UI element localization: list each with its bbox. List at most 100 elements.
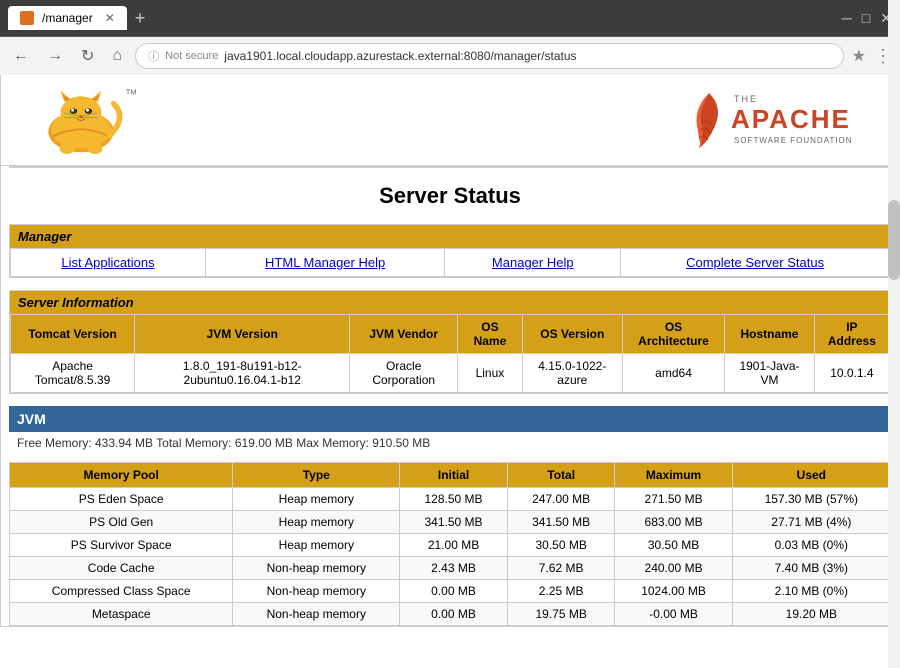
url-display[interactable]: java1901.local.cloudapp.azurestack.exter… (224, 49, 576, 63)
memory-table-row: PS Survivor SpaceHeap memory21.00 MB30.5… (10, 534, 891, 557)
close-tab-icon[interactable]: ✕ (105, 11, 115, 25)
memory-used-0: 157.30 MB (57%) (732, 488, 890, 511)
nav-bar: ← → ↻ ⌂ ⓘ Not secure java1901.local.clou… (0, 36, 900, 75)
memory-pool-5: Metaspace (10, 603, 233, 626)
maximize-icon[interactable]: □ (862, 10, 870, 27)
memory-used-5: 19.20 MB (732, 603, 890, 626)
html-manager-help-link[interactable]: HTML Manager Help (265, 255, 385, 270)
window-controls: ─ □ ✕ (842, 10, 892, 27)
tab-favicon (20, 11, 34, 25)
memory-type-4: Non-heap memory (233, 580, 400, 603)
memory-maximum-5: -0.00 MB (615, 603, 732, 626)
nav-link-cell-4: Complete Server Status (621, 249, 890, 277)
memory-table-row: MetaspaceNon-heap memory0.00 MB19.75 MB-… (10, 603, 891, 626)
jvm-memory-info: Free Memory: 433.94 MB Total Memory: 619… (9, 432, 891, 454)
list-applications-link[interactable]: List Applications (61, 255, 154, 270)
header-logos: TM THE APACHE SOFTWARE FOUNDATION (1, 75, 899, 166)
memory-initial-0: 128.50 MB (400, 488, 508, 511)
memory-used-3: 7.40 MB (3%) (732, 557, 890, 580)
memory-table-header-row: Memory Pool Type Initial Total Maximum U… (10, 463, 891, 488)
nav-links-table: List Applications HTML Manager Help Mana… (10, 248, 890, 277)
browser-tab[interactable]: /manager ✕ (8, 6, 127, 30)
scrollbar-thumb[interactable] (888, 200, 900, 280)
col-used: Used (732, 463, 890, 488)
nav-link-cell-3: Manager Help (445, 249, 621, 277)
svg-text:SOFTWARE FOUNDATION: SOFTWARE FOUNDATION (734, 136, 853, 145)
col-ip-address: IP Address (814, 315, 889, 354)
memory-initial-5: 0.00 MB (400, 603, 508, 626)
col-type: Type (233, 463, 400, 488)
memory-total-1: 341.50 MB (507, 511, 615, 534)
new-tab-button[interactable]: + (135, 8, 146, 29)
security-icon: ⓘ (148, 48, 159, 64)
memory-maximum-3: 240.00 MB (615, 557, 732, 580)
manager-help-link[interactable]: Manager Help (492, 255, 574, 270)
col-maximum: Maximum (615, 463, 732, 488)
nav-link-cell-2: HTML Manager Help (205, 249, 444, 277)
minimize-icon[interactable]: ─ (842, 10, 852, 27)
col-memory-pool: Memory Pool (10, 463, 233, 488)
memory-total-3: 7.62 MB (507, 557, 615, 580)
memory-used-2: 0.03 MB (0%) (732, 534, 890, 557)
bookmark-icon[interactable]: ★ (852, 46, 866, 66)
memory-maximum-0: 271.50 MB (615, 488, 732, 511)
home-button[interactable]: ⌂ (107, 45, 127, 67)
memory-table-row: Code CacheNon-heap memory2.43 MB7.62 MB2… (10, 557, 891, 580)
memory-total-4: 2.25 MB (507, 580, 615, 603)
memory-initial-3: 2.43 MB (400, 557, 508, 580)
memory-initial-2: 21.00 MB (400, 534, 508, 557)
complete-server-status-link[interactable]: Complete Server Status (686, 255, 824, 270)
col-os-name: OS Name (458, 315, 523, 354)
title-bar: /manager ✕ + ─ □ ✕ (0, 0, 900, 36)
nav-links-row: List Applications HTML Manager Help Mana… (11, 249, 890, 277)
memory-type-0: Heap memory (233, 488, 400, 511)
scrollbar[interactable] (888, 0, 900, 668)
server-info-section: Server Information Tomcat Version JVM Ve… (9, 290, 891, 394)
server-info-data-row: Apache Tomcat/8.5.39 1.8.0_191-8u191-b12… (11, 354, 890, 393)
hostname-value: 1901-Java-VM (725, 354, 815, 393)
reload-button[interactable]: ↻ (76, 44, 99, 68)
forward-button[interactable]: → (42, 45, 68, 67)
tomcat-version-value: Apache Tomcat/8.5.39 (11, 354, 135, 393)
manager-section: Manager List Applications HTML Manager H… (9, 224, 891, 278)
svg-text:APACHE: APACHE (731, 104, 851, 134)
memory-used-1: 27.71 MB (4%) (732, 511, 890, 534)
browser-chrome: /manager ✕ + ─ □ ✕ ← → ↻ ⌂ ⓘ Not secure … (0, 0, 900, 75)
jvm-vendor-value: Oracle Corporation (350, 354, 458, 393)
memory-table-row: PS Old GenHeap memory341.50 MB341.50 MB6… (10, 511, 891, 534)
jvm-section-header: JVM (9, 406, 891, 432)
tomcat-svg: TM (21, 85, 141, 155)
server-info-table: Tomcat Version JVM Version JVM Vendor OS… (10, 314, 890, 393)
memory-total-0: 247.00 MB (507, 488, 615, 511)
memory-pool-4: Compressed Class Space (10, 580, 233, 603)
svg-text:THE: THE (734, 94, 758, 104)
memory-type-5: Non-heap memory (233, 603, 400, 626)
manager-section-header: Manager (10, 225, 890, 248)
tomcat-logo: TM (21, 85, 141, 155)
server-info-header: Server Information (10, 291, 890, 314)
back-button[interactable]: ← (8, 45, 34, 67)
jvm-version-value: 1.8.0_191-8u191-b12-2ubuntu0.16.04.1-b12 (135, 354, 350, 393)
page-wrapper: TM THE APACHE SOFTWARE FOUNDATION S (0, 75, 900, 627)
col-os-arch: OS Architecture (622, 315, 724, 354)
memory-total-5: 19.75 MB (507, 603, 615, 626)
memory-type-3: Non-heap memory (233, 557, 400, 580)
tab-title: /manager (42, 11, 93, 25)
apache-logo: THE APACHE SOFTWARE FOUNDATION (679, 88, 879, 153)
memory-maximum-2: 30.50 MB (615, 534, 732, 557)
memory-used-4: 2.10 MB (0%) (732, 580, 890, 603)
ip-address-value: 10.0.1.4 (814, 354, 889, 393)
memory-maximum-4: 1024.00 MB (615, 580, 732, 603)
col-total: Total (507, 463, 615, 488)
memory-total-2: 30.50 MB (507, 534, 615, 557)
col-initial: Initial (400, 463, 508, 488)
os-arch-value: amd64 (622, 354, 724, 393)
memory-table-body: PS Eden SpaceHeap memory128.50 MB247.00 … (10, 488, 891, 626)
memory-pool-0: PS Eden Space (10, 488, 233, 511)
memory-table-row: PS Eden SpaceHeap memory128.50 MB247.00 … (10, 488, 891, 511)
nav-link-cell-1: List Applications (11, 249, 206, 277)
col-jvm-version: JVM Version (135, 315, 350, 354)
memory-section: Memory Pool Type Initial Total Maximum U… (9, 462, 891, 626)
col-jvm-vendor: JVM Vendor (350, 315, 458, 354)
address-bar[interactable]: ⓘ Not secure java1901.local.cloudapp.azu… (135, 43, 844, 69)
